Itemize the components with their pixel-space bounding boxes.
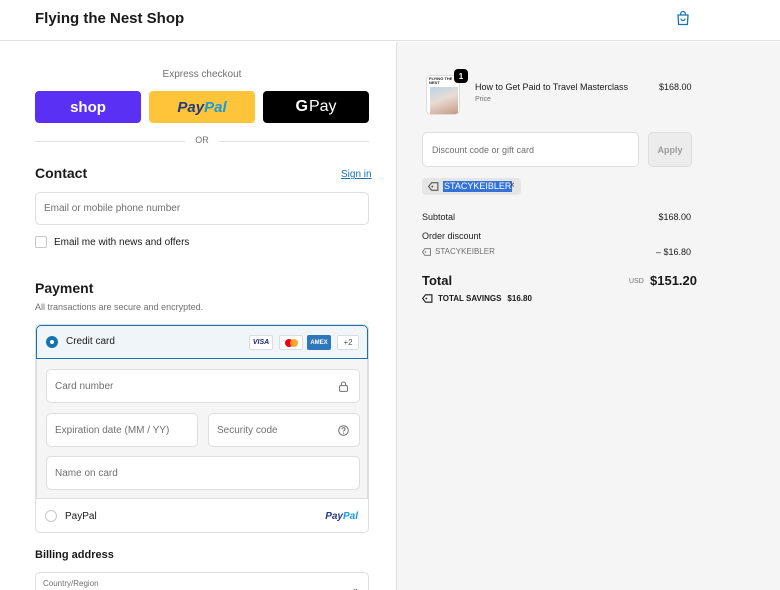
name-on-card-field[interactable]: Name on card	[46, 456, 360, 490]
total-label: Total	[422, 273, 453, 288]
payment-title: Payment	[35, 280, 94, 296]
expiration-date-field[interactable]: Expiration date (MM / YY)	[46, 413, 198, 447]
tag-icon	[428, 182, 439, 191]
mastercard-icon	[279, 335, 303, 350]
credit-card-option[interactable]: Credit card VISA AMEX +2	[36, 325, 368, 359]
checkout-form: Express checkout shop Pay Pal G Pay OR Con…	[0, 42, 396, 590]
help-icon[interactable]	[338, 425, 349, 436]
subtotal-value: $168.00	[658, 212, 691, 222]
contact-title: Contact	[35, 165, 88, 181]
paypal-express-button[interactable]: Pay Pal	[149, 91, 255, 123]
discount-code-row: STACYKEIBLER	[422, 247, 495, 256]
product-price: $168.00	[659, 82, 692, 92]
paypal-label: PayPal	[65, 511, 97, 522]
shop-pay-button[interactable]: shop	[35, 91, 141, 123]
paypal-logo: PayPal	[325, 511, 358, 522]
sign-in-link[interactable]: Sign in	[341, 169, 372, 180]
more-cards-badge: +2	[337, 335, 359, 350]
discount-code: STACYKEIBLER	[435, 247, 495, 256]
header: Flying the Nest Shop	[0, 0, 780, 41]
newsletter-label: Email me with news and offers	[54, 236, 190, 248]
payment-secure-note: All transactions are secure and encrypte…	[35, 302, 204, 312]
total-value: $151.20	[650, 273, 697, 288]
paypal-option[interactable]: PayPal PayPal	[36, 498, 368, 532]
email-field[interactable]: Email or mobile phone number	[35, 192, 369, 225]
applied-discount-chip: STACYKEIBLER ×	[422, 178, 521, 195]
total-currency: USD	[629, 278, 644, 285]
product-image	[430, 87, 458, 114]
card-number-field[interactable]: Card number	[46, 369, 360, 403]
discount-code-field[interactable]: Discount code or gift card	[422, 132, 639, 167]
security-code-placeholder: Security code	[217, 424, 278, 436]
amex-icon: AMEX	[307, 335, 331, 350]
product-name: How to Get Paid to Travel Masterclass	[475, 82, 629, 92]
product-variant: Price	[475, 96, 491, 103]
google-g-icon: G	[295, 98, 308, 115]
paypal-radio[interactable]	[45, 510, 57, 522]
savings-value: $16.80	[507, 294, 532, 303]
shop-pay-label: shop	[70, 98, 106, 116]
quantity-badge: 1	[454, 69, 468, 83]
shop-title[interactable]: Flying the Nest Shop	[35, 10, 184, 27]
country-select[interactable]: Country/Region ⌄	[35, 572, 369, 590]
discount-placeholder: Discount code or gift card	[432, 144, 535, 155]
paypal-logo-part1: Pay	[177, 98, 205, 116]
country-label: Country/Region	[43, 579, 99, 588]
newsletter-option[interactable]: Email me with news and offers	[35, 236, 189, 248]
email-placeholder: Email or mobile phone number	[44, 203, 181, 214]
apply-discount-button[interactable]: Apply	[648, 132, 692, 167]
subtotal-label: Subtotal	[422, 212, 456, 222]
applied-code: STACYKEIBLER	[443, 181, 513, 192]
tag-icon	[422, 247, 431, 256]
payment-methods: Credit card VISA AMEX +2 Card number Exp…	[35, 324, 369, 533]
order-discount-label: Order discount	[422, 231, 482, 241]
savings-label: TOTAL SAVINGS	[438, 294, 502, 303]
newsletter-checkbox[interactable]	[35, 236, 47, 248]
tag-icon	[422, 294, 433, 303]
express-checkout-label: Express checkout	[162, 69, 242, 80]
name-on-card-placeholder: Name on card	[55, 467, 118, 479]
expiration-placeholder: Expiration date (MM / YY)	[55, 424, 170, 436]
billing-address-title: Billing address	[35, 549, 114, 561]
credit-card-radio[interactable]	[46, 336, 58, 348]
chevron-down-icon: ⌄	[351, 583, 359, 590]
security-code-field[interactable]: Security code	[208, 413, 360, 447]
google-pay-label: Pay	[308, 98, 337, 115]
shopping-bag-icon[interactable]	[676, 10, 690, 26]
paypal-logo-part2: Pal	[204, 98, 227, 116]
card-number-placeholder: Card number	[55, 380, 114, 392]
or-text: OR	[195, 135, 209, 145]
remove-discount-icon[interactable]: ×	[509, 180, 515, 191]
credit-card-label: Credit card	[66, 336, 115, 347]
visa-icon: VISA	[249, 335, 273, 350]
credit-card-form: Card number Expiration date (MM / YY) Se…	[36, 359, 368, 498]
total-savings: TOTAL SAVINGS $16.80	[422, 294, 532, 303]
lock-icon	[339, 381, 348, 392]
discount-value: – $16.80	[655, 247, 691, 257]
google-pay-button[interactable]: G Pay	[263, 91, 369, 123]
or-divider: OR	[35, 135, 369, 147]
apply-label: Apply	[657, 144, 683, 155]
order-summary: FLYING THE NEST 1 How to Get Paid to Tra…	[396, 42, 780, 590]
